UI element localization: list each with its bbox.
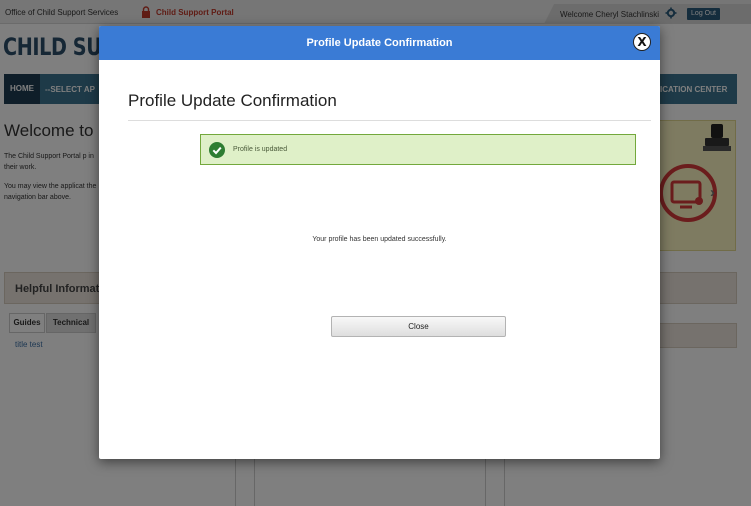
close-icon[interactable]: X <box>633 33 651 51</box>
divider <box>128 120 651 121</box>
dialog-heading: Profile Update Confirmation <box>128 91 337 110</box>
dialog-titlebar: Profile Update Confirmation <box>99 26 660 60</box>
success-alert: Profile is updated <box>200 134 636 165</box>
dialog-title: Profile Update Confirmation <box>306 37 453 49</box>
profile-update-dialog: Profile Update Confirmation X Profile Up… <box>99 26 660 459</box>
success-message: Your profile has been updated successful… <box>312 236 447 243</box>
alert-text: Profile is updated <box>233 146 288 153</box>
close-button[interactable]: Close <box>331 316 506 337</box>
check-circle-icon <box>209 142 225 158</box>
